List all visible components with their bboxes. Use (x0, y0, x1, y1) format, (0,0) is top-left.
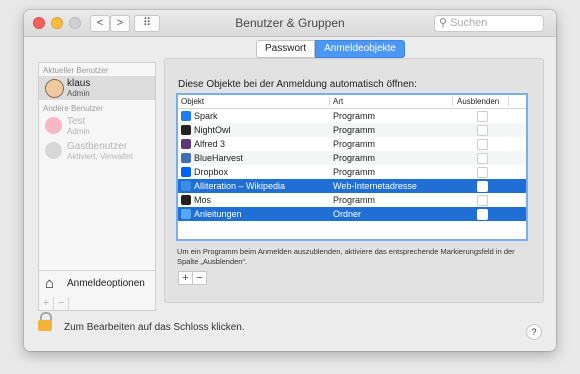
hide-checkbox[interactable] (477, 139, 488, 150)
column-hide[interactable]: Ausblenden (457, 97, 499, 106)
remove-item-button[interactable]: − (193, 272, 206, 284)
table-row[interactable]: Mos Programm (178, 193, 526, 207)
tab-password[interactable]: Passwort (256, 40, 316, 58)
user-name: Gastbenutzer (67, 141, 128, 152)
item-name: Dropbox (194, 167, 229, 177)
owl-icon (181, 125, 191, 135)
item-type: Programm (333, 153, 376, 163)
spark-icon (181, 111, 191, 121)
hide-checkbox[interactable] (477, 167, 488, 178)
user-row-test[interactable]: Test Admin (39, 114, 155, 138)
help-button[interactable]: ? (526, 324, 542, 340)
title-bar: < > ⠿ Benutzer & Gruppen ⚲ Suchen (24, 10, 556, 37)
login-items-heading: Diese Objekte bei der Anmeldung automati… (178, 79, 417, 90)
item-name: Anleitungen (194, 209, 242, 219)
tab-bar: Passwort Anmeldeobjekte (256, 40, 405, 58)
dropbox-icon (181, 167, 191, 177)
remove-user-button[interactable]: − (54, 297, 69, 310)
search-placeholder: Suchen (450, 17, 488, 29)
item-name: Spark (194, 111, 218, 121)
tab-login-items[interactable]: Anmeldeobjekte (315, 40, 405, 58)
login-items-table[interactable]: Objekt Art Ausblenden Spark Programm Night… (176, 93, 528, 241)
hide-checkbox[interactable] (477, 111, 488, 122)
alfred-icon (181, 139, 191, 149)
item-name: Alliteration – Wikipedia (194, 181, 286, 191)
guest-avatar (45, 142, 62, 159)
users-sidebar: Aktueller Benutzer klaus Admin Andere Be… (38, 62, 156, 298)
user-role: Aktiviert, Verwaltet (67, 152, 133, 161)
column-divider (329, 97, 330, 106)
hide-checkbox[interactable] (477, 125, 488, 136)
hide-checkbox[interactable] (477, 209, 488, 220)
login-options-label: Anmeldeoptionen (67, 278, 145, 289)
harvest-icon (181, 153, 191, 163)
table-row[interactable]: BlueHarvest Programm (178, 151, 526, 165)
item-name: Alfred 3 (194, 139, 226, 149)
column-divider (508, 97, 509, 106)
hide-checkbox[interactable] (477, 181, 488, 192)
item-type: Programm (333, 139, 376, 149)
add-user-button[interactable]: + (39, 297, 54, 310)
item-type: Ordner (333, 209, 362, 219)
user-role: Admin (67, 89, 90, 98)
table-row[interactable]: Alliteration – Wikipedia Web-Internetadre… (178, 179, 526, 193)
user-name: Test (67, 116, 86, 127)
user-name: klaus (67, 78, 91, 89)
table-row[interactable]: Spark Programm (178, 109, 526, 123)
item-name: Mos (194, 195, 212, 205)
lock-hint: Zum Bearbeiten auf das Schloss klicken. (64, 322, 245, 333)
search-icon: ⚲ (439, 17, 448, 29)
current-user-label: Aktueller Benutzer (43, 66, 109, 75)
user-row-klaus[interactable]: klaus Admin (39, 76, 155, 100)
avatar (45, 79, 64, 98)
item-type: Programm (333, 111, 376, 121)
user-role: Admin (67, 127, 90, 136)
item-type: Programm (333, 195, 376, 205)
table-row[interactable]: Anleitungen Ordner (178, 207, 526, 221)
item-name: BlueHarvest (194, 153, 244, 163)
add-item-button[interactable]: + (179, 272, 192, 284)
mos-icon (181, 195, 191, 205)
folder-icon (181, 209, 191, 219)
lock-icon[interactable] (38, 320, 52, 331)
table-header: Objekt Art Ausblenden (178, 95, 526, 109)
table-row[interactable]: Dropbox Programm (178, 165, 526, 179)
item-type: Programm (333, 167, 376, 177)
item-name: NightOwl (194, 125, 231, 135)
column-object[interactable]: Objekt (181, 97, 204, 106)
house-icon: ⌂ (45, 275, 55, 292)
column-type[interactable]: Art (333, 97, 343, 106)
item-type: Programm (333, 125, 376, 135)
table-row[interactable]: Alfred 3 Programm (178, 137, 526, 151)
other-users-label: Andere Benutzer (43, 104, 104, 113)
search-input[interactable]: ⚲ Suchen (434, 15, 544, 32)
login-options-button[interactable]: ⌂ Anmeldeoptionen (39, 270, 155, 297)
avatar (45, 117, 62, 134)
login-items-add-remove: + − (178, 271, 207, 285)
weblink-icon (181, 181, 191, 191)
item-type: Web-Internetadresse (333, 181, 417, 191)
table-row[interactable]: NightOwl Programm (178, 123, 526, 137)
column-divider (452, 97, 453, 106)
hide-checkbox[interactable] (477, 195, 488, 206)
hide-checkbox[interactable] (477, 153, 488, 164)
sidebar-add-remove: + − (38, 297, 156, 311)
user-row-guest[interactable]: Gastbenutzer Aktiviert, Verwaltet (39, 139, 155, 163)
hide-hint-text: Um ein Programm beim Anmelden auszublend… (177, 247, 515, 266)
